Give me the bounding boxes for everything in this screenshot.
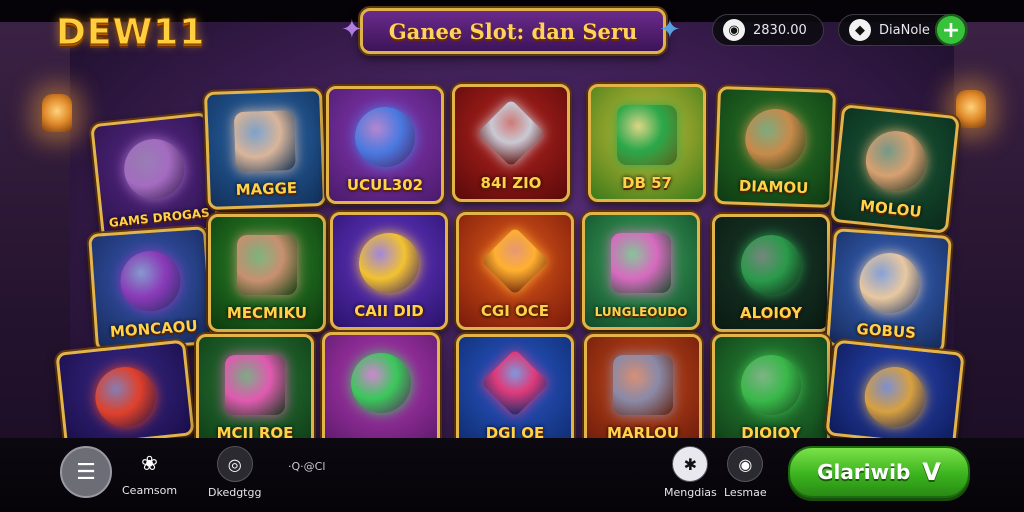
star-icon: ✱: [672, 446, 709, 482]
game-art-icon: [351, 353, 411, 413]
game-tile[interactable]: DIOIOY: [712, 334, 830, 452]
game-tile-label: DIAMOU: [738, 176, 809, 198]
game-art-icon: [237, 235, 297, 295]
game-tile-label: CGI OCE: [480, 302, 550, 320]
game-art-icon: [741, 235, 801, 295]
game-art-icon: [233, 109, 296, 173]
star-icon: ✦: [659, 15, 681, 45]
game-art-icon: [613, 355, 673, 415]
game-tile[interactable]: [322, 332, 440, 450]
game-art-icon: [862, 128, 929, 195]
nav-item-5[interactable]: ◉ Lesmae: [724, 446, 767, 499]
game-tile[interactable]: 84I ZIO: [452, 84, 570, 202]
page-title: Ganee Slot: dan Seru: [388, 18, 638, 44]
game-art-icon: [741, 355, 801, 415]
add-currency-button[interactable]: +: [935, 14, 967, 46]
game-tile-label: ALOIOY: [739, 304, 803, 322]
nav-item-5-label: Lesmae: [724, 486, 767, 499]
game-art-icon: [92, 364, 159, 430]
game-tile-label: CAII DID: [354, 302, 424, 320]
chevron-icon: V: [922, 458, 941, 486]
game-tile-label: MOLOU: [859, 196, 923, 221]
app-logo: DEW11: [55, 12, 206, 54]
game-art-icon: [857, 250, 922, 316]
game-art-icon: [477, 99, 545, 167]
coin-balance[interactable]: ◉ 2830.00: [712, 14, 824, 46]
game-tile-label: MAGGE: [235, 178, 298, 200]
game-tile[interactable]: MAGGE: [203, 87, 327, 211]
nav-item-1[interactable]: ❀ Ceamsom: [122, 446, 177, 497]
coin-balance-value: 2830.00: [753, 22, 807, 38]
game-tile[interactable]: MCIJ ROE: [196, 334, 314, 452]
game-tile-label: LUNGLEOUDO: [594, 305, 688, 319]
nav-item-3[interactable]: ·Q·@Cl: [288, 460, 325, 473]
page-title-banner: ✦ Ganee Slot: dan Seru ✦: [341, 8, 681, 54]
nav-item-4[interactable]: ✱ Mengdias: [664, 446, 717, 499]
target-icon: ◎: [216, 446, 253, 482]
game-art-icon: [481, 349, 549, 417]
game-tile[interactable]: DB 57: [588, 84, 706, 202]
game-tile[interactable]: CAII DID: [330, 212, 448, 330]
game-art-icon: [617, 105, 677, 165]
game-tile[interactable]: UCUL302: [326, 86, 444, 204]
gem-balance-label: DiaNole: [879, 22, 930, 38]
game-art-icon: [861, 364, 928, 430]
game-tile[interactable]: [55, 339, 195, 449]
star-icon: ✦: [341, 15, 363, 45]
game-tile[interactable]: CGI OCE: [456, 212, 574, 330]
game-art-icon: [355, 107, 415, 167]
gift-icon: ❀: [141, 451, 158, 475]
gem-icon: ◆: [849, 19, 871, 41]
lantern-right: [956, 90, 986, 128]
game-tile[interactable]: GAMS DROGAS: [90, 112, 220, 242]
game-tile[interactable]: LUNGLEOUDO: [582, 212, 700, 330]
settings-icon: ◉: [727, 446, 764, 482]
game-tile[interactable]: MONCAOU: [88, 226, 214, 352]
game-tile[interactable]: [825, 339, 965, 449]
play-button-label: Glariwib: [817, 460, 911, 484]
game-art-icon: [611, 233, 671, 293]
lantern-left: [42, 94, 72, 132]
game-tile-label: DB 57: [622, 174, 672, 192]
game-tile-label: MONCAOU: [109, 316, 199, 341]
plus-icon: +: [941, 17, 961, 43]
game-tile[interactable]: GOBUS: [826, 228, 952, 354]
game-tile[interactable]: MECMIKU: [208, 214, 326, 332]
menu-button[interactable]: ☰: [60, 446, 112, 498]
game-tile-label: 84I ZIO: [480, 174, 542, 192]
nav-item-4-label: Mengdias: [664, 486, 717, 499]
game-tile-label: GOBUS: [855, 319, 917, 342]
nav-item-1-label: Ceamsom: [122, 484, 178, 497]
game-art-icon: [121, 136, 188, 203]
menu-icon: ☰: [76, 459, 96, 485]
game-tile[interactable]: MARLOU: [584, 334, 702, 452]
game-art-icon: [118, 248, 183, 314]
game-tile-label: MECMIKU: [226, 304, 308, 322]
nav-item-2-label: Dkedgtgg: [208, 486, 262, 499]
game-tile[interactable]: ALOIOY: [712, 214, 830, 332]
game-tile-label: UCUL302: [346, 176, 424, 194]
nav-item-2[interactable]: ◎ Dkedgtgg: [208, 446, 261, 499]
game-tile[interactable]: MOLOU: [830, 104, 960, 234]
gem-balance[interactable]: ◆ DiaNole +: [838, 14, 968, 46]
nav-item-3-label: ·Q·@Cl: [288, 460, 326, 473]
game-art-icon: [225, 355, 285, 415]
game-art-icon: [359, 233, 419, 293]
game-tile[interactable]: DIAMOU: [713, 85, 837, 209]
game-art-icon: [744, 107, 807, 171]
game-art-icon: [481, 227, 549, 295]
game-tile[interactable]: DGI OE: [456, 334, 574, 452]
play-button[interactable]: Glariwib V: [788, 446, 970, 498]
coin-icon: ◉: [723, 19, 745, 41]
